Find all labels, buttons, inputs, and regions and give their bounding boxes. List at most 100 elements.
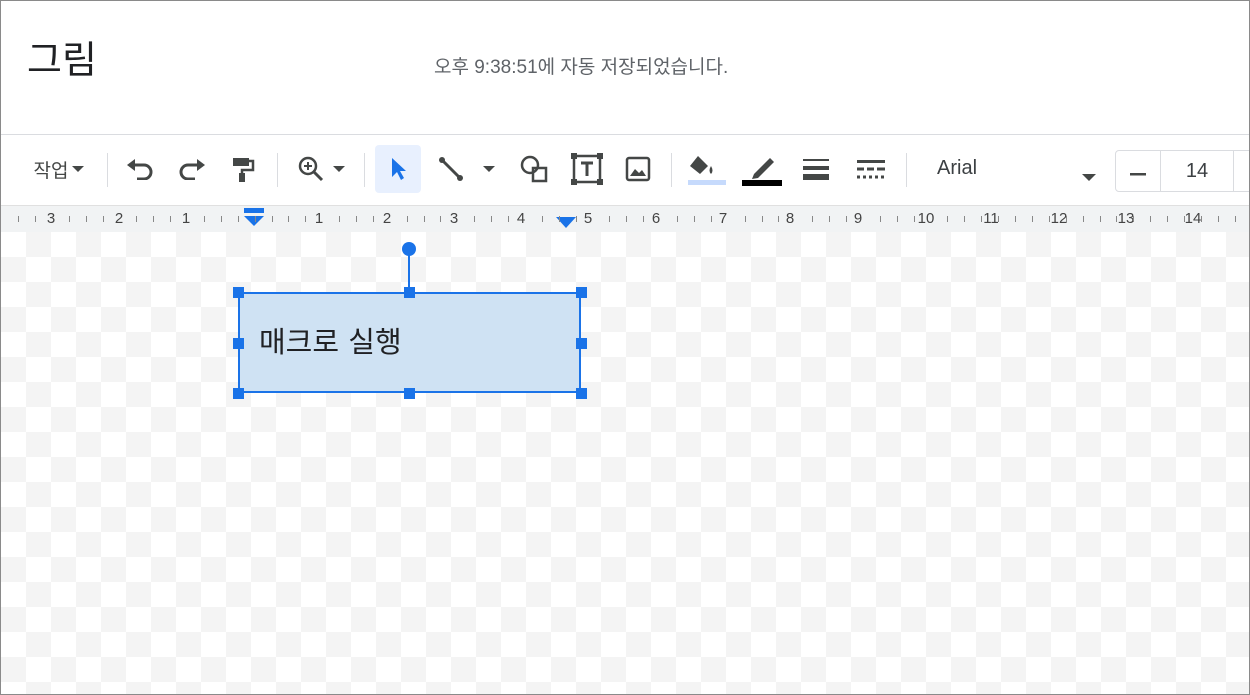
toolbar-divider [107,153,108,187]
font-name: Arial [937,157,978,179]
ruler-tick [136,216,137,222]
ruler-tick [829,216,830,222]
ruler-label: 10 [917,210,935,227]
ruler-tick [204,216,205,222]
image-button[interactable] [617,145,659,193]
ruler-tick [373,216,374,222]
ruler-tick [18,216,19,222]
border-weight-icon [802,157,830,181]
toolbar-divider [364,153,365,187]
font-size-input[interactable]: 14 [1161,151,1234,191]
zoom-button[interactable] [289,145,353,193]
border-weight-button[interactable] [795,145,837,193]
ruler-tick [964,216,965,222]
rotation-handle[interactable] [402,242,416,256]
ruler-tick [424,216,425,222]
font-size-control: 14 [1115,150,1249,192]
ruler-tick [576,216,577,222]
image-icon [624,155,652,183]
ruler-label: 3 [449,210,459,227]
shape-text[interactable]: 매크로 실행 [259,322,402,362]
caret-down-icon [72,165,85,173]
ruler-tick [474,216,475,222]
ruler-tick [86,216,87,222]
ruler-tick [1100,216,1101,222]
border-dash-button[interactable] [849,145,893,193]
ruler-tick [559,216,560,222]
ruler-tick [339,216,340,222]
ruler-tick [103,216,104,222]
ruler-tick [508,216,509,222]
line-icon [437,155,465,183]
resize-handle-top[interactable] [404,287,415,298]
ruler-tick [914,216,915,222]
document-title[interactable]: 그림 [27,37,97,83]
caret-down-icon [483,165,495,173]
line-type-dropdown[interactable] [475,145,503,193]
ruler-tick [407,216,408,222]
select-icon [388,156,408,182]
ruler-label: 1 [181,210,191,227]
resize-handle-top-left[interactable] [233,287,244,298]
ruler-label: 6 [651,210,661,227]
ruler-tick [1201,216,1202,222]
border-dash-icon [856,157,886,181]
ruler-tick [1049,216,1050,222]
shape-tool-button[interactable] [513,145,555,193]
ruler-tick [288,216,289,222]
line-tool-button[interactable] [431,145,471,193]
undo-button[interactable] [119,145,161,193]
resize-handle-bottom-right[interactable] [576,388,587,399]
ruler-tick [1015,216,1016,222]
ruler-label: 7 [718,210,728,227]
text-box-button[interactable] [565,145,609,193]
ruler-tick [356,216,357,222]
ruler-tick [35,216,36,222]
select-tool-button[interactable] [375,145,421,193]
ruler-tick [643,216,644,222]
resize-handle-left[interactable] [233,338,244,349]
actions-menu[interactable]: 작업 [23,145,95,193]
ruler-tick [947,216,948,222]
zoom-icon [297,155,325,183]
border-color-button[interactable] [737,145,785,193]
left-indent-marker-icon[interactable] [243,208,265,232]
undo-icon [125,158,155,180]
ruler-tick [1083,216,1084,222]
decrease-font-size-button[interactable] [1116,151,1161,191]
autosave-status: 오후 9:38:51에 자동 저장되었습니다. [434,57,729,78]
ruler-tick [626,216,627,222]
resize-handle-bottom[interactable] [404,388,415,399]
ruler-label: 3 [46,210,56,227]
ruler-tick [1032,216,1033,222]
caret-down-icon [333,165,345,173]
ruler-tick [1150,216,1151,222]
ruler-tick [1066,216,1067,222]
toolbar: 작업 Arial 14 [1,135,1249,205]
ruler-tick [153,216,154,222]
horizontal-ruler[interactable]: 3 2 1 1 2 3 4 5 6 7 8 9 10 11 12 13 14 [1,205,1249,233]
ruler-tick [272,216,273,222]
resize-handle-top-right[interactable] [576,287,587,298]
ruler-label: 9 [853,210,863,227]
ruler-tick [981,216,982,222]
ruler-tick [305,216,306,222]
caret-down-icon [1082,167,1096,186]
ruler-tick [812,216,813,222]
resize-handle-right[interactable] [576,338,587,349]
header: 그림 오후 9:38:51에 자동 저장되었습니다. [1,1,1249,135]
paint-format-button[interactable] [223,145,263,193]
ruler-tick [880,216,881,222]
resize-handle-bottom-left[interactable] [233,388,244,399]
ruler-tick [1116,216,1117,222]
text-shape[interactable]: 매크로 실행 [238,292,581,393]
ruler-tick [255,216,256,222]
redo-button[interactable] [171,145,213,193]
ruler-tick [440,216,441,222]
ruler-tick [69,216,70,222]
minus-icon [1130,162,1146,181]
ruler-tick [677,216,678,222]
ruler-tick [238,216,239,222]
drawing-canvas[interactable]: 매크로 실행 [1,232,1249,694]
fill-color-button[interactable] [683,145,729,193]
